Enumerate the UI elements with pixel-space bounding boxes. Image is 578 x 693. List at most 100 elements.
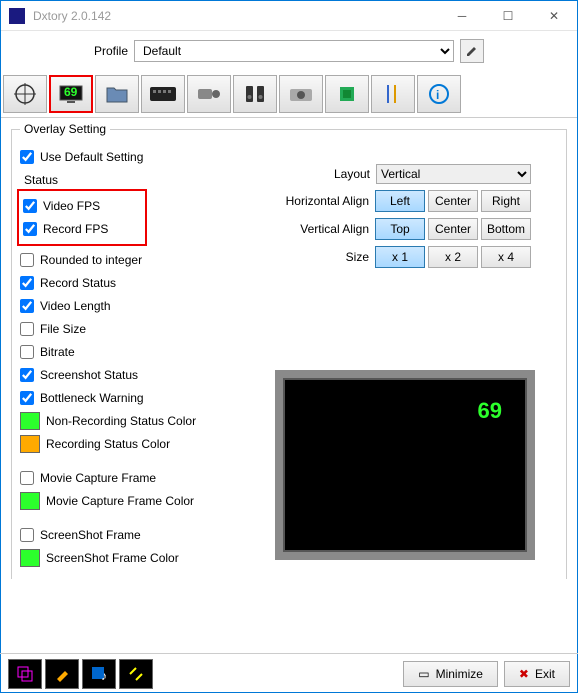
ss-frame-label: ScreenShot Frame	[40, 528, 141, 542]
record-fps-checkbox[interactable]	[23, 222, 37, 236]
use-default-label: Use Default Setting	[40, 150, 143, 164]
preview-fps-value: 69	[478, 398, 502, 424]
info-icon: i	[428, 83, 450, 105]
svg-text:♪: ♪	[101, 669, 107, 683]
tool-video[interactable]	[187, 75, 231, 113]
tools-icon	[383, 83, 403, 105]
target-icon	[13, 82, 37, 106]
valign-top-button[interactable]: Top	[375, 218, 425, 240]
ss-frame-color-label: ScreenShot Frame Color	[46, 551, 179, 565]
video-fps-checkbox[interactable]	[23, 199, 37, 213]
valign-center-button[interactable]: Center	[428, 218, 478, 240]
footer-tool-3[interactable]: ♪	[82, 659, 116, 689]
tool-folder[interactable]	[95, 75, 139, 113]
movie-frame-label: Movie Capture Frame	[40, 471, 156, 485]
layout-select[interactable]: Vertical	[376, 164, 531, 184]
use-default-checkbox[interactable]	[20, 150, 34, 164]
size-x1-button[interactable]: x 1	[375, 246, 425, 268]
size-x4-button[interactable]: x 4	[481, 246, 531, 268]
halign-left-button[interactable]: Left	[375, 190, 425, 212]
close-window-button[interactable]: ✕	[531, 1, 577, 31]
nonrec-color-swatch[interactable]	[20, 412, 40, 430]
minimize-button[interactable]: ▭ Minimize	[403, 661, 498, 687]
pencil-icon	[465, 44, 479, 58]
screenshot-status-checkbox[interactable]	[20, 368, 34, 382]
tool-target[interactable]	[3, 75, 47, 113]
tool-processor[interactable]	[325, 75, 369, 113]
folder-icon	[105, 84, 129, 104]
app-icon	[9, 8, 25, 24]
rounded-label: Rounded to integer	[40, 253, 142, 267]
speakers-icon	[243, 84, 267, 104]
tool-keyboard[interactable]	[141, 75, 185, 113]
arrows-icon	[127, 665, 145, 683]
camcorder-icon	[196, 85, 222, 103]
monitor-icon: 69	[57, 82, 85, 106]
main-toolbar: 69 i	[1, 71, 577, 118]
exit-button[interactable]: ✖ Exit	[504, 661, 570, 687]
tool-info[interactable]: i	[417, 75, 461, 113]
minimize-window-button[interactable]: ─	[439, 1, 485, 31]
maximize-window-button[interactable]: ☐	[485, 1, 531, 31]
tool-advanced[interactable]	[371, 75, 415, 113]
profile-select[interactable]: Default	[134, 40, 454, 62]
halign-label: Horizontal Align	[286, 194, 369, 208]
movie-frame-color-swatch[interactable]	[20, 492, 40, 510]
minimize-label: Minimize	[436, 667, 483, 681]
overlay-legend: Overlay Setting	[20, 122, 110, 136]
exit-label: Exit	[535, 667, 555, 681]
video-fps-row: Video FPS	[23, 196, 141, 216]
disk-note-icon: ♪	[90, 665, 108, 683]
bottleneck-checkbox[interactable]	[20, 391, 34, 405]
tool-screenshot[interactable]	[279, 75, 323, 113]
footer-tool-2[interactable]	[45, 659, 79, 689]
video-length-label: Video Length	[40, 299, 111, 313]
size-x2-button[interactable]: x 2	[428, 246, 478, 268]
profile-row: Profile Default	[1, 31, 577, 71]
rec-color-label: Recording Status Color	[46, 437, 170, 451]
record-fps-row: Record FPS	[23, 219, 141, 239]
video-fps-label: Video FPS	[43, 199, 100, 213]
bitrate-checkbox[interactable]	[20, 345, 34, 359]
valign-bottom-button[interactable]: Bottom	[481, 218, 531, 240]
bitrate-label: Bitrate	[40, 345, 75, 359]
size-label: Size	[346, 250, 369, 264]
record-fps-label: Record FPS	[43, 222, 108, 236]
movie-frame-color-label: Movie Capture Frame Color	[46, 494, 194, 508]
ss-frame-checkbox[interactable]	[20, 528, 34, 542]
video-length-checkbox[interactable]	[20, 299, 34, 313]
titlebar: Dxtory 2.0.142 ─ ☐ ✕	[1, 1, 577, 31]
overlay-preview: 69	[275, 370, 535, 560]
footer-tool-1[interactable]	[8, 659, 42, 689]
tool-audio[interactable]	[233, 75, 277, 113]
profile-label: Profile	[94, 44, 128, 58]
ss-frame-color-swatch[interactable]	[20, 549, 40, 567]
record-status-checkbox[interactable]	[20, 276, 34, 290]
svg-text:69: 69	[64, 85, 78, 99]
halign-center-button[interactable]: Center	[428, 190, 478, 212]
file-size-checkbox[interactable]	[20, 322, 34, 336]
record-status-label: Record Status	[40, 276, 116, 290]
svg-text:i: i	[436, 88, 439, 102]
wrench-icon	[53, 665, 71, 683]
footer-tool-4[interactable]	[119, 659, 153, 689]
status-legend: Status	[20, 173, 62, 187]
minimize-icon: ▭	[418, 667, 429, 681]
movie-frame-checkbox[interactable]	[20, 471, 34, 485]
window-title: Dxtory 2.0.142	[33, 9, 439, 23]
exit-icon: ✖	[519, 667, 529, 681]
keyboard-icon	[149, 86, 177, 102]
rec-color-swatch[interactable]	[20, 435, 40, 453]
layout-label: Layout	[334, 167, 370, 181]
file-size-label: File Size	[40, 322, 86, 336]
camera-icon	[288, 85, 314, 103]
edit-profile-button[interactable]	[460, 39, 484, 63]
tool-overlay[interactable]: 69	[49, 75, 93, 113]
layout-options: Layout Vertical Horizontal Align Left Ce…	[231, 158, 531, 274]
halign-right-button[interactable]: Right	[481, 190, 531, 212]
nonrec-color-label: Non-Recording Status Color	[46, 414, 196, 428]
footer-bar: ♪ ▭ Minimize ✖ Exit	[0, 653, 578, 693]
rounded-checkbox[interactable]	[20, 253, 34, 267]
layers-icon	[16, 665, 34, 683]
screenshot-status-label: Screenshot Status	[40, 368, 138, 382]
